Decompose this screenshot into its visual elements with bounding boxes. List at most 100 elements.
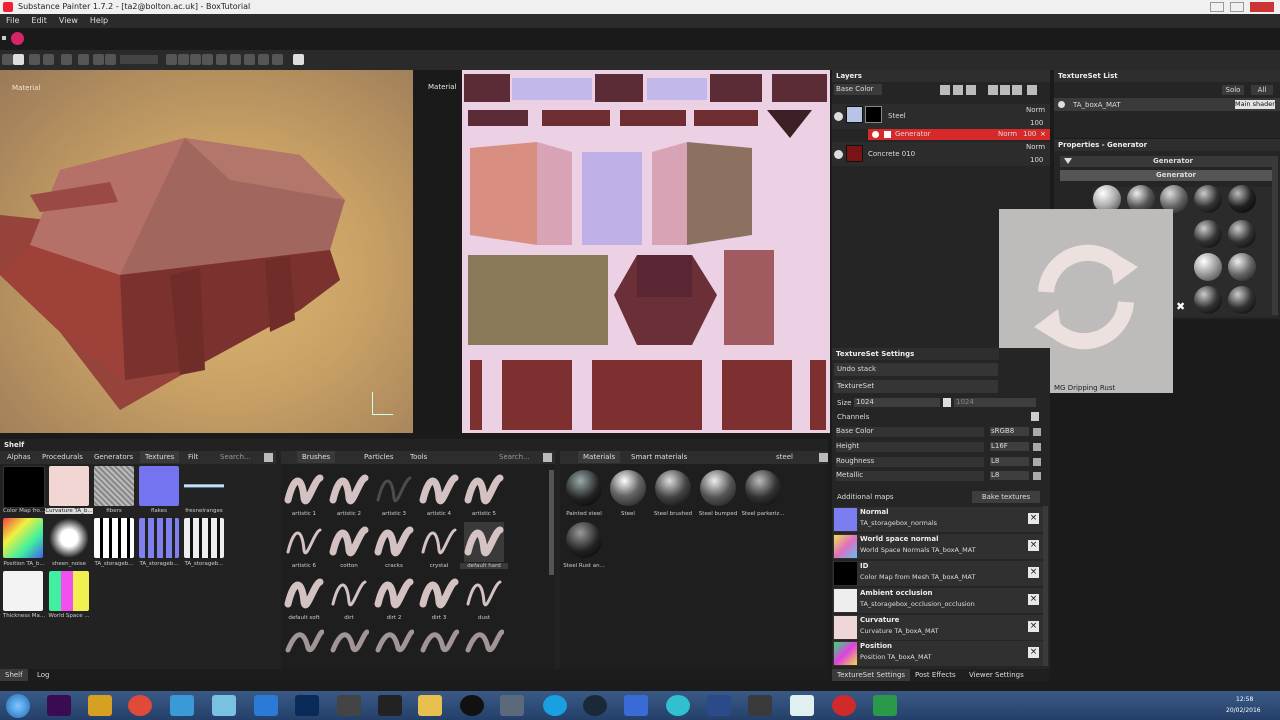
settings-icon[interactable] [230,54,241,65]
brush-preview[interactable] [464,574,504,614]
maps-scrollbar[interactable] [1043,506,1048,666]
generator-preset-ball[interactable] [1228,185,1256,213]
texture-thumb[interactable] [139,466,179,506]
layer-opacity[interactable]: 100 [1023,130,1036,138]
brush-preview[interactable] [284,626,325,656]
generator-preset-ball[interactable] [1228,286,1256,314]
map-position[interactable]: Position Position TA_boxA_MAT × [833,641,1043,666]
grid-view-icon[interactable] [264,453,273,462]
fill-icon[interactable] [258,54,269,65]
symmetry-icon[interactable] [166,54,177,65]
tab-generators[interactable]: Generators [89,451,138,463]
viewport-2d[interactable]: Material [414,70,830,433]
grid-icon[interactable] [216,54,227,65]
undo-stack-row[interactable]: Undo stack [834,363,998,376]
brushes-scrollbar[interactable] [549,470,554,575]
photoshop-icon[interactable] [295,695,319,716]
texture-thumb[interactable] [184,466,224,506]
app-icon[interactable] [790,695,814,716]
tab-alphas[interactable]: Alphas [2,451,36,463]
brush-preview[interactable] [419,574,459,614]
viewport-3d[interactable]: Material [0,70,413,433]
screenshot-icon[interactable] [190,54,201,65]
texture-thumb[interactable] [139,518,179,558]
tab-shelf[interactable]: Shelf [0,669,28,681]
lock-icon[interactable] [943,398,951,407]
grid-view-icon[interactable] [819,453,828,462]
hp-icon[interactable] [254,695,278,716]
layer-blend[interactable]: Norm [1026,106,1045,114]
channel-format[interactable]: L8 [990,471,1029,480]
remove-channel-icon[interactable] [1033,428,1041,436]
app-icon[interactable] [500,695,524,716]
app-icon[interactable] [873,695,897,716]
menu-edit[interactable]: Edit [25,14,53,27]
duplicate-layer-button[interactable] [1012,85,1022,95]
visibility-eye-icon[interactable] [872,131,879,138]
texture-thumb[interactable] [94,518,134,558]
layer-blend[interactable]: Norm [998,130,1017,138]
brush-preview[interactable] [374,522,414,562]
channel-row[interactable]: Roughness L8 [834,455,1042,468]
shader-select[interactable]: Main shader [1235,100,1275,109]
map-normal[interactable]: Normal TA_storagebox_normals × [833,507,1043,532]
clear-map-button[interactable]: × [1028,567,1039,578]
start-button-icon[interactable] [6,694,30,718]
app-icon[interactable] [170,695,194,716]
texture-thumb[interactable] [49,466,89,506]
bake-textures-button[interactable]: Bake textures [972,491,1040,503]
brush-preview[interactable] [464,522,504,562]
channel-format[interactable]: L16F [990,442,1029,451]
generator-section-header[interactable]: Generator [1060,156,1278,167]
remove-channel-icon[interactable] [1033,443,1041,451]
textureset-row[interactable]: TextureSet [834,380,998,393]
brush-preview[interactable] [374,626,415,656]
generator-preset-ball[interactable] [1228,253,1256,281]
grid-view-icon[interactable] [543,453,552,462]
texture-thumb[interactable] [184,518,224,558]
layer-blend[interactable]: Norm [1026,143,1045,151]
all-button[interactable]: All [1251,85,1273,95]
texture-thumb[interactable] [49,518,89,558]
clear-map-button[interactable]: × [1028,594,1039,605]
brush-preview[interactable] [329,470,369,510]
clone-tool-icon[interactable] [93,54,104,65]
material-filter-field[interactable]: steel [776,452,814,463]
material-ball[interactable] [700,470,736,506]
add-mask-button[interactable] [966,85,976,95]
map-id[interactable]: ID Color Map from Mesh TA_boxA_MAT × [833,561,1043,586]
projection-tool-icon[interactable] [43,54,54,65]
map-curvature[interactable]: Curvature Curvature TA_boxA_MAT × [833,615,1043,640]
material-ball[interactable] [655,470,691,506]
pen-tool-app-icon[interactable] [88,695,112,716]
clear-map-button[interactable]: × [1028,621,1039,632]
texture-thumb[interactable] [3,466,45,508]
size-select-2[interactable]: 1024 [954,398,1036,407]
tab-post-effects[interactable]: Post Effects [910,669,961,681]
visibility-eye-icon[interactable] [1058,101,1065,108]
solo-button[interactable]: Solo [1222,85,1244,95]
channel-select[interactable]: Base Color [834,84,882,95]
brush-preview[interactable] [329,574,369,614]
brush-preview[interactable] [374,574,414,614]
layer-row-concrete[interactable]: Concrete 010 Norm 100 [832,142,1050,166]
generator-preset-ball[interactable] [1194,253,1222,281]
remove-channel-icon[interactable] [1033,472,1041,480]
tab-textures[interactable]: Textures [140,451,180,463]
brush-preview[interactable] [374,470,414,510]
chrome-icon[interactable] [128,695,152,716]
tab-textureset-settings[interactable]: TextureSet Settings [832,669,911,681]
menu-help[interactable]: Help [84,14,114,27]
remove-channel-icon[interactable] [1033,458,1041,466]
layer-row-generator[interactable]: Generator Norm 100 × [868,129,1050,140]
add-channel-button[interactable] [1031,412,1039,421]
brush-preview[interactable] [284,470,324,510]
smudge-tool-icon[interactable] [78,54,89,65]
menu-file[interactable]: File [0,14,25,27]
skype-icon[interactable] [543,695,567,716]
app-icon[interactable] [666,695,690,716]
brush-preview[interactable] [464,626,505,656]
brush-preview[interactable] [464,470,504,510]
close-window-button[interactable] [1250,2,1274,12]
generator-preset-ball[interactable] [1194,286,1222,314]
